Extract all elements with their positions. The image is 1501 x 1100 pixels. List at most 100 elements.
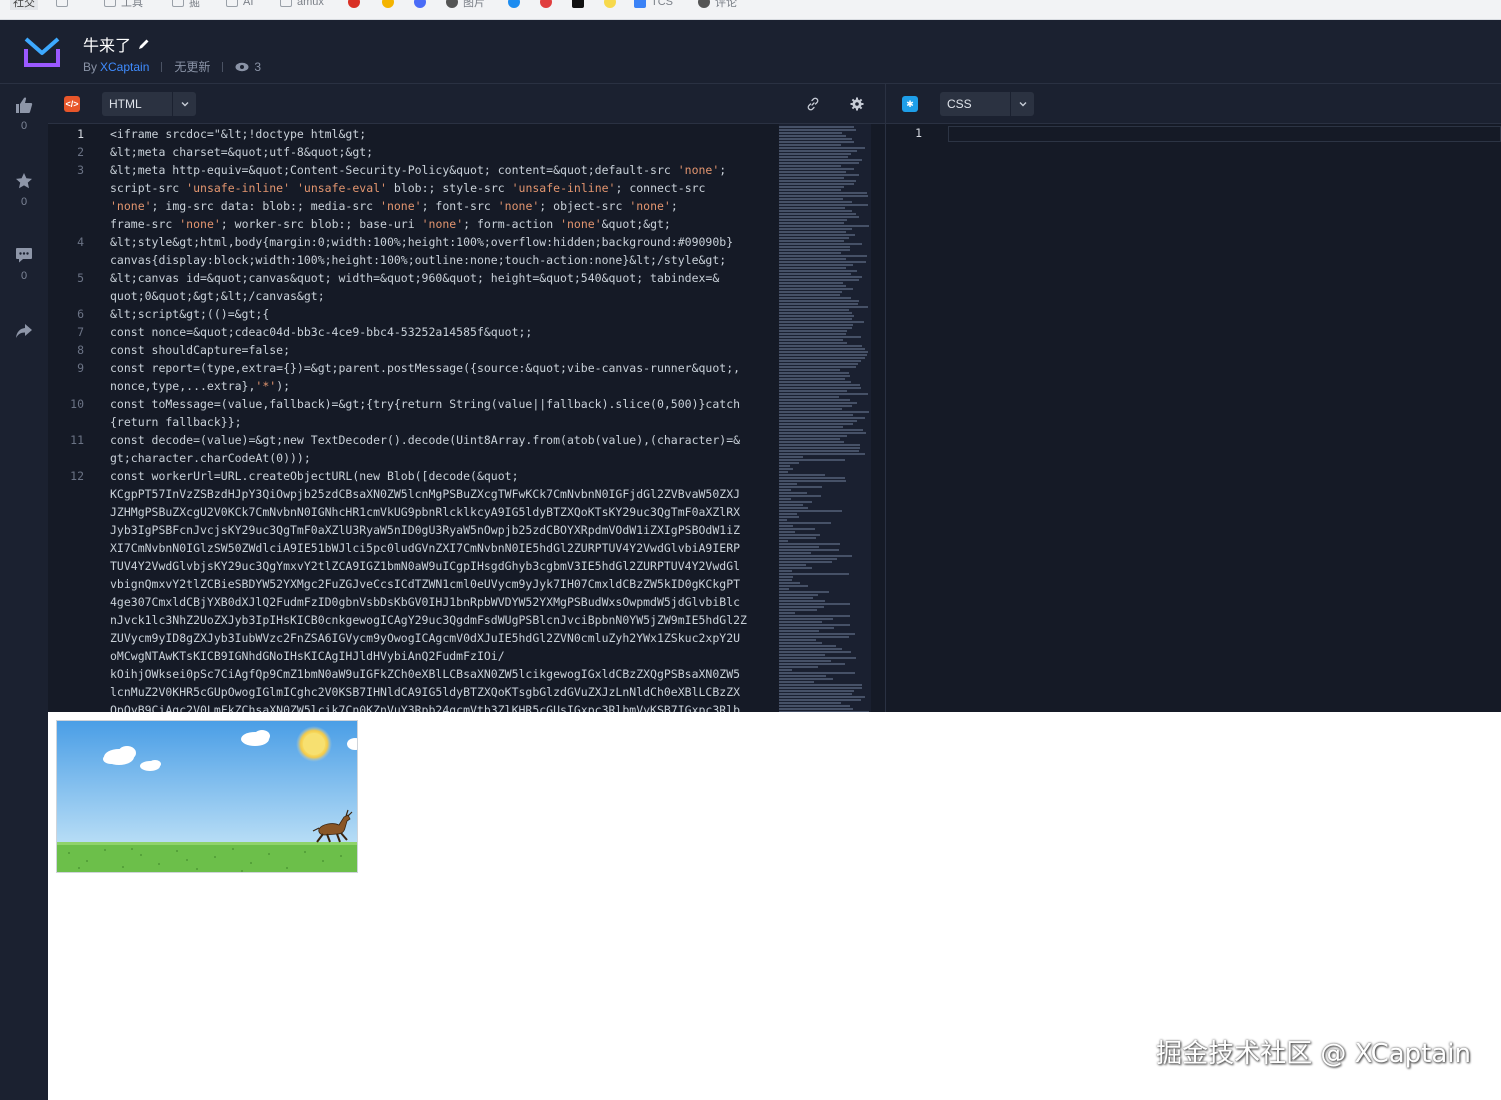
code-line: XI7CmNvbnN0IGlzSW50ZWdlciA9IE51bWJlci5pc… <box>110 541 741 555</box>
code-line: &lt;style&gt;html,body{margin:0;width:10… <box>110 235 734 249</box>
bookmark-item[interactable]: 评论 <box>698 0 737 10</box>
bookmark-item[interactable]: TCS <box>634 0 673 10</box>
minimap-line <box>779 459 845 461</box>
minimap-line <box>779 531 795 533</box>
game-canvas[interactable] <box>56 720 358 873</box>
code-line: const nonce=&quot;cdeac04d-bb3c-4ce9-bbc… <box>110 325 533 339</box>
minimap-line <box>779 387 861 389</box>
gear-icon[interactable] <box>850 97 864 111</box>
minimap-line <box>779 255 867 257</box>
apps-icon[interactable] <box>56 0 68 10</box>
minimap-line <box>779 456 803 458</box>
minimap-line <box>779 321 864 323</box>
share-icon <box>16 324 32 338</box>
bookmark-folder[interactable]: 掘 <box>172 0 200 10</box>
minimap-line <box>779 342 847 344</box>
minimap-line <box>779 210 852 212</box>
code-minimap[interactable] <box>779 124 871 712</box>
chrome-icon[interactable] <box>382 0 394 10</box>
minimap-line <box>779 624 850 626</box>
minimap-line <box>779 171 846 173</box>
pencil-icon[interactable] <box>137 37 151 51</box>
page-title[interactable]: 牛来了 <box>83 32 131 56</box>
line-number: 7 <box>77 325 84 339</box>
minimap-line <box>779 501 812 503</box>
line-number: 1 <box>915 126 922 140</box>
share-button[interactable] <box>0 322 48 340</box>
minimap-line <box>779 213 856 215</box>
css-editor-toolbar: ✱ CSS <box>886 84 1501 124</box>
app-icon[interactable] <box>414 0 426 10</box>
star-button[interactable]: 0 <box>0 172 48 208</box>
minimap-line <box>779 639 816 641</box>
bookmark-folder[interactable]: 工具 <box>104 0 143 10</box>
html-code-area[interactable]: <iframe srcdoc="&lt;!doctype html&gt; &lt… <box>110 124 778 712</box>
minimap-line <box>779 186 844 188</box>
minimap-line <box>779 282 843 284</box>
minimap-line <box>779 471 788 473</box>
minimap-line <box>779 423 853 425</box>
code-line: nonce,type,...extra},'*'); <box>110 379 291 393</box>
minimap-line <box>779 615 850 617</box>
thumbs-up-icon <box>16 97 33 113</box>
comment-button[interactable]: 0 <box>0 246 48 282</box>
minimap-line <box>779 390 847 392</box>
html-language-select[interactable]: HTML <box>102 92 196 116</box>
author-link[interactable]: XCaptain <box>100 60 149 74</box>
app-icon[interactable] <box>540 0 552 10</box>
x-icon[interactable] <box>572 0 584 10</box>
app-icon-shape <box>540 0 552 8</box>
divider <box>161 61 163 72</box>
minimap-line <box>779 465 790 467</box>
minimap-line <box>779 612 795 614</box>
bluesky-icon[interactable] <box>508 0 520 10</box>
by-prefix: By <box>83 59 98 74</box>
minimap-line <box>779 195 868 197</box>
minimap-line <box>779 657 856 659</box>
html-icon: </> <box>64 96 80 112</box>
link-icon[interactable] <box>806 97 820 111</box>
bookmark-item[interactable]: 图片 <box>446 0 485 10</box>
minimap-line <box>779 405 852 407</box>
minimap-line <box>779 573 849 575</box>
code-line: const decode=(value)=&gt;new TextDecoder… <box>110 433 741 447</box>
minimap-line <box>779 486 822 488</box>
minimap-line <box>779 414 853 416</box>
action-rail: 0 0 0 <box>0 84 48 1100</box>
minimap-line <box>779 687 862 689</box>
html-editor-toolbar: </> HTML <box>48 84 885 124</box>
css-language-select[interactable]: CSS <box>940 92 1034 116</box>
minimap-line <box>779 522 831 524</box>
code-line: quot;0&quot;&gt;&lt;/canvas&gt; <box>110 289 325 303</box>
line-number: 3 <box>77 163 84 177</box>
minimap-line <box>779 597 813 599</box>
bookmark-item[interactable]: 社交 <box>10 0 38 10</box>
app-icon[interactable] <box>604 0 616 10</box>
minimap-line <box>779 441 844 443</box>
minimap-line <box>779 297 851 299</box>
code-line: const report=(type,extra={})=&gt;parent.… <box>110 361 741 375</box>
minimap-line <box>779 375 850 377</box>
minimap-line <box>779 189 841 191</box>
minimap-line <box>779 549 839 551</box>
bookmark-folder[interactable]: amux <box>280 0 324 10</box>
line-number: 8 <box>77 343 84 357</box>
line-number: 6 <box>77 307 84 321</box>
folder-icon <box>172 0 184 7</box>
code-line: TUV4Y2VwdGlvbjsKY29uc3QgYmxvY2tlZCA9IGZ1… <box>110 559 741 573</box>
line-number-gutter: 1 2 3 4 5 6 7 8 9 10 11 12 <box>48 124 104 712</box>
minimap-line <box>779 372 849 374</box>
bookmark-folder[interactable]: AI <box>226 0 253 10</box>
minimap-line <box>779 204 868 206</box>
juejin-logo[interactable] <box>22 35 62 69</box>
code-line: script-src 'unsafe-inline' 'unsafe-eval'… <box>110 181 706 195</box>
minimap-line <box>779 609 817 611</box>
css-code-area[interactable] <box>948 126 1501 142</box>
comment-count: 0 <box>20 270 28 282</box>
minimap-line <box>779 528 815 530</box>
minimap-line <box>779 177 844 179</box>
code-line: const workerUrl=URL.createObjectURL(new … <box>110 469 519 483</box>
gmail-icon[interactable] <box>348 0 360 10</box>
like-button[interactable]: 0 <box>0 96 48 132</box>
app-icon-shape <box>604 0 616 8</box>
